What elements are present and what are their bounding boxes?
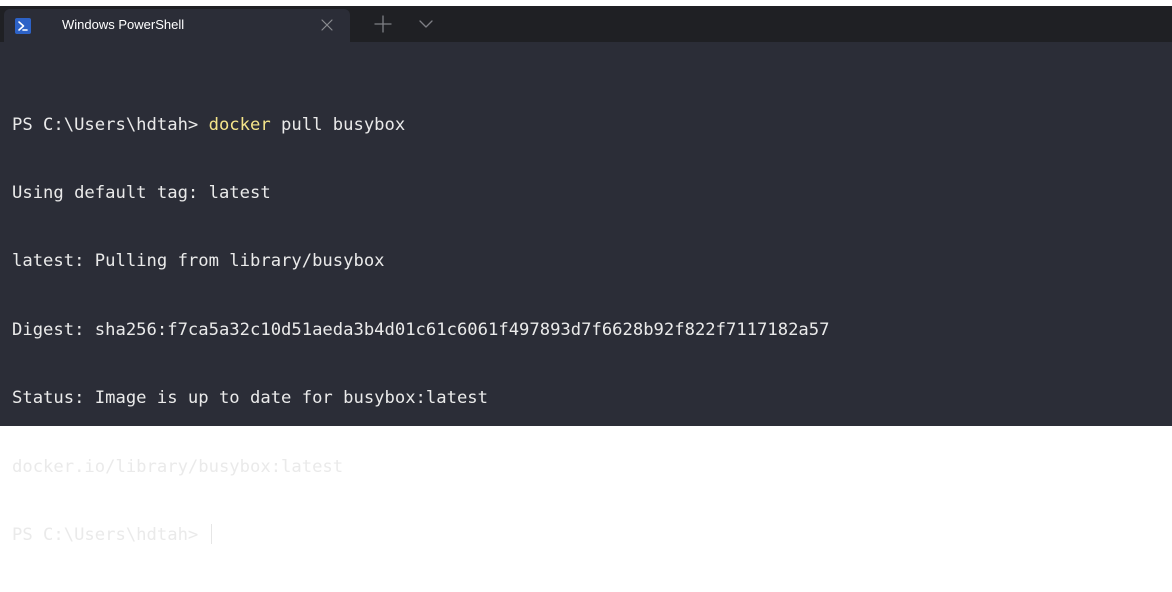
terminal-window: Windows PowerShell PS C:\Users\hdtah> do… bbox=[0, 0, 1172, 545]
terminal-line: latest: Pulling from library/busybox bbox=[12, 251, 385, 272]
terminal-line: docker.io/library/busybox:latest bbox=[12, 456, 344, 477]
tab-windows-powershell[interactable]: Windows PowerShell bbox=[4, 9, 350, 42]
powershell-icon bbox=[15, 18, 31, 34]
chevron-down-icon[interactable] bbox=[418, 17, 434, 31]
terminal-line: PS C:\Users\hdtah> docker pull busybox bbox=[12, 114, 829, 137]
tab-bar: Windows PowerShell bbox=[0, 0, 1172, 42]
terminal-output[interactable]: PS C:\Users\hdtah> docker pull busybox U… bbox=[0, 42, 1172, 545]
text-cursor bbox=[210, 523, 213, 544]
prompt: PS C:\Users\hdtah> bbox=[12, 114, 209, 135]
command-keyword: docker bbox=[208, 114, 271, 135]
new-tab-plus-icon[interactable] bbox=[374, 15, 392, 33]
close-icon[interactable] bbox=[317, 15, 337, 35]
tab-title: Windows PowerShell bbox=[62, 17, 185, 32]
terminal-line: Status: Image is up to date for busybox:… bbox=[12, 388, 488, 409]
prompt: PS C:\Users\hdtah> bbox=[12, 524, 209, 545]
terminal-lines: PS C:\Users\hdtah> docker pull busybox U… bbox=[12, 68, 829, 592]
terminal-line: Digest: sha256:f7ca5a32c10d51aeda3b4d01c… bbox=[12, 319, 830, 340]
terminal-line: PS C:\Users\hdtah> bbox=[12, 523, 829, 547]
command-args: pull busybox bbox=[270, 114, 406, 135]
terminal-line: Using default tag: latest bbox=[12, 182, 271, 203]
